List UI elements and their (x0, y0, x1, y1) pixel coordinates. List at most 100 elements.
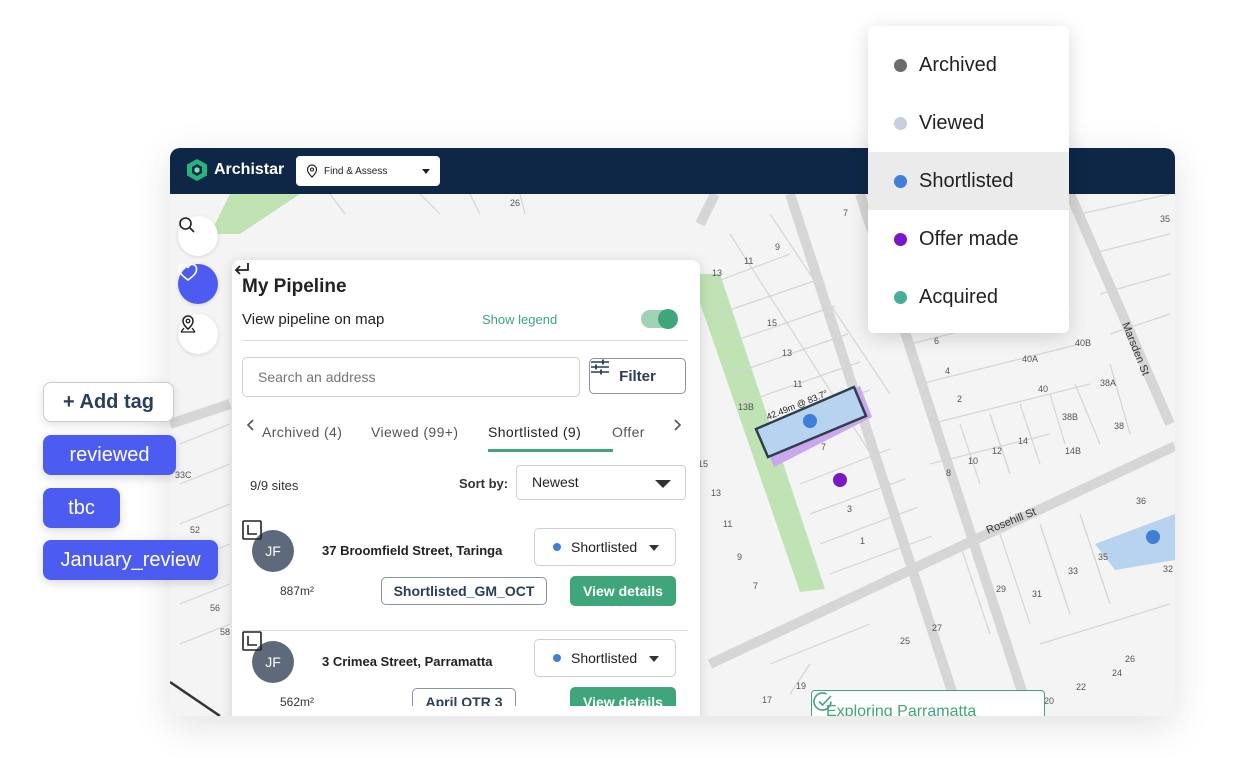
legend-item-shortlisted[interactable]: Shortlisted (868, 152, 1069, 210)
pipeline-rail-button[interactable] (178, 264, 218, 304)
offer-marker[interactable] (833, 473, 847, 487)
tab-offer[interactable]: Offer (612, 424, 645, 440)
lot-number-label: 13 (782, 348, 792, 358)
tag-chip[interactable]: tbc (43, 488, 120, 528)
site-address[interactable]: 37 Broomfield Street, Taringa (322, 543, 502, 558)
legend-item-acquired[interactable]: Acquired (868, 268, 1069, 326)
status-legend-dropdown: Archived Viewed Shortlisted Offer made A… (868, 26, 1069, 333)
check-circle-icon (813, 692, 832, 711)
archistar-logo-icon (187, 159, 207, 181)
lot-number-label: 35 (1098, 552, 1108, 562)
site-tag[interactable]: Shortlisted_GM_OCT (381, 577, 547, 605)
chevron-down-icon (655, 480, 671, 488)
legend-item-offer-made[interactable]: Offer made (868, 210, 1069, 268)
sort-by-label: Sort by: (459, 476, 509, 491)
lot-number-label: 24 (1112, 668, 1122, 678)
return-icon[interactable] (232, 260, 252, 280)
chevron-right-icon[interactable] (670, 418, 684, 432)
view-pipeline-label: View pipeline on map (242, 311, 385, 328)
chevron-left-icon[interactable] (244, 418, 258, 432)
lot-number-label: 40B (1075, 338, 1091, 348)
tab-archived[interactable]: Archived (4) (262, 424, 342, 440)
lot-number-label: 27 (932, 623, 942, 633)
sort-select[interactable]: Newest (516, 465, 686, 500)
pipeline-map-toggle[interactable] (641, 309, 678, 329)
lot-number-label: 8 (946, 468, 951, 478)
status-value: Shortlisted (571, 650, 638, 666)
lot-number-label: 15 (767, 318, 777, 328)
status-tabs: Archived (4) Viewed (99+) Shortlisted (9… (242, 418, 688, 454)
site-address[interactable]: 3 Crimea Street, Parramatta (322, 654, 493, 669)
module-select-value: Find & Assess (324, 165, 388, 177)
brand-logo[interactable]: Archistar (186, 158, 284, 182)
status-dot (894, 174, 907, 188)
lot-number-label: 32 (1163, 564, 1173, 574)
lot-number-label: 1 (860, 536, 865, 546)
lot-number-label: 10 (968, 456, 978, 466)
location-rail-button[interactable] (178, 314, 218, 354)
lot-number-label: 7 (843, 208, 848, 218)
lot-number-label: 11 (723, 519, 732, 529)
location-pin-icon (306, 164, 318, 178)
tab-viewed[interactable]: Viewed (99+) (371, 424, 458, 440)
lot-number-label: 17 (762, 695, 772, 705)
pipeline-card[interactable]: JF 3 Crimea Street, Parramatta Shortlist… (242, 631, 680, 706)
lot-number-label: 13 (712, 268, 722, 278)
add-tag-button[interactable]: + Add tag (43, 382, 174, 422)
legend-item-label: Offer made (919, 227, 1019, 250)
lot-area: 562m² (280, 695, 315, 706)
search-rail-button[interactable] (178, 216, 218, 256)
lot-number-label: 12 (992, 446, 1002, 456)
shortlisted-marker[interactable] (803, 414, 817, 428)
panel-title: My Pipeline (242, 276, 347, 297)
lot-number-label: 33C (175, 470, 192, 480)
lot-number-label: 9 (737, 552, 742, 562)
sort-select-value: Newest (532, 474, 579, 490)
lot-number-label: 14B (1065, 446, 1081, 456)
site-tag[interactable]: April OTR 3 (412, 688, 516, 706)
pipeline-panel: My Pipeline View pipeline on map Show le… (232, 260, 700, 716)
lot-number-label: 36 (1136, 496, 1146, 506)
lot-number-label: 52 (190, 525, 200, 535)
legend-item-label: Acquired (919, 285, 998, 308)
divider (242, 340, 688, 341)
status-dot (894, 116, 907, 130)
status-select[interactable]: Shortlisted (534, 528, 676, 566)
lot-number-label: 40A (1022, 354, 1038, 364)
tag-chip[interactable]: reviewed (43, 435, 176, 475)
module-select[interactable]: Find & Assess (296, 156, 440, 186)
site-count: 9/9 sites (250, 478, 299, 493)
lot-number-label: 58 (220, 627, 230, 637)
legend-item-archived[interactable]: Archived (868, 36, 1069, 94)
lot-number-label: 26 (1125, 654, 1135, 664)
tag-chip[interactable]: January_review (43, 540, 218, 580)
lot-number-label: 7 (821, 442, 826, 452)
pipeline-list[interactable]: JF 37 Broomfield Street, Taringa Shortli… (242, 520, 688, 706)
lot-number-label: 20 (1044, 696, 1054, 706)
chevron-down-icon (649, 545, 659, 551)
status-select[interactable]: Shortlisted (534, 639, 676, 677)
sliders-icon (591, 359, 609, 375)
view-details-button[interactable]: View details (570, 576, 676, 606)
pipeline-card[interactable]: JF 37 Broomfield Street, Taringa Shortli… (242, 520, 688, 631)
lot-number-label: 13B (738, 402, 754, 412)
status-dot (894, 232, 907, 246)
legend-item-viewed[interactable]: Viewed (868, 94, 1069, 152)
tabs-track: Archived (4) Viewed (99+) Shortlisted (9… (262, 418, 680, 454)
search-icon (179, 217, 195, 233)
lot-area-icon (242, 520, 262, 540)
lot-number-label: 19 (796, 681, 806, 691)
exploring-location-badge[interactable]: Exploring Parramatta (811, 690, 1045, 716)
show-legend-link[interactable]: Show legend (482, 312, 557, 327)
status-dot (894, 58, 907, 72)
search-address-input[interactable] (242, 357, 580, 397)
active-tab-indicator (488, 449, 613, 452)
lot-number-label: 38A (1100, 378, 1116, 388)
chevron-down-icon (422, 168, 430, 174)
filter-button[interactable]: Filter (589, 358, 686, 394)
view-details-button[interactable]: View details (570, 687, 676, 706)
shortlisted-marker-2[interactable] (1146, 530, 1160, 544)
chevron-down-icon (649, 656, 659, 662)
tab-shortlisted[interactable]: Shortlisted (9) (488, 424, 581, 440)
status-value: Shortlisted (571, 539, 638, 555)
